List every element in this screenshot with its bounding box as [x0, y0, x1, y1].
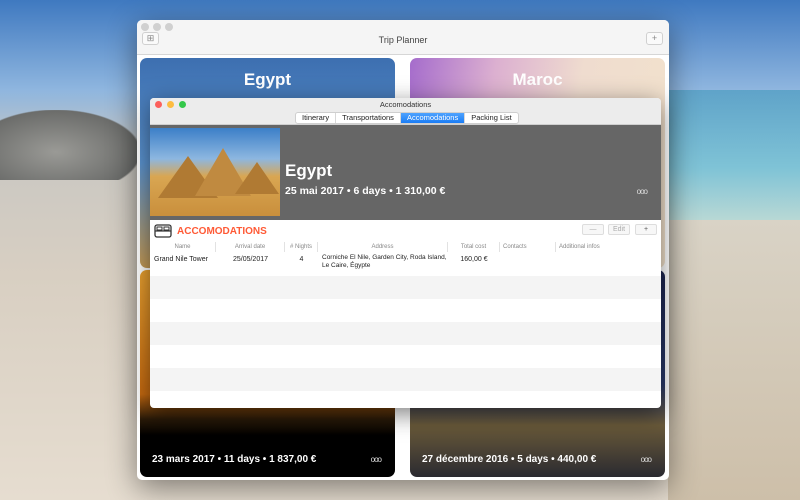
more-options-icon[interactable]: ooo: [641, 455, 652, 464]
window-title: Trip Planner: [378, 35, 428, 45]
section-title: ACCOMODATIONS: [177, 225, 267, 237]
column-header-name[interactable]: Name: [150, 242, 216, 252]
desktop-rocks: [0, 110, 140, 180]
column-header-infos[interactable]: Additional infos: [556, 242, 661, 252]
empty-row: [150, 368, 661, 391]
bed-icon: [154, 224, 172, 238]
card-info: 23 mars 2017 • 11 days • 1 837,00 €: [152, 454, 317, 465]
add-button[interactable]: +: [635, 224, 657, 235]
column-header-address[interactable]: Address: [318, 242, 448, 252]
desktop-sea: [668, 90, 800, 220]
tab-packing-list[interactable]: Packing List: [465, 113, 517, 123]
desktop-sand: [668, 220, 800, 500]
empty-row: [150, 345, 661, 368]
more-options-icon[interactable]: ooo: [371, 455, 382, 464]
cell-address: Corniche El Nile, Garden City, Roda Isla…: [322, 254, 447, 269]
column-header-cost[interactable]: Total cost: [448, 242, 500, 252]
edit-button[interactable]: Edit: [608, 224, 630, 235]
empty-row: [150, 391, 661, 408]
trip-info: 25 mai 2017 • 6 days • 1 310,00 €: [285, 185, 446, 197]
empty-row: [150, 322, 661, 345]
cell-cost: 160,00 €: [460, 256, 488, 263]
section-header: ACCOMODATIONS: [154, 224, 267, 238]
trip-photo: [150, 128, 280, 216]
detail-window-title: Accomodations: [379, 100, 432, 109]
tab-transportations[interactable]: Transportations: [336, 113, 401, 123]
cell-arrival: 25/05/2017: [232, 256, 269, 263]
tab-accomodations[interactable]: Accomodations: [400, 113, 466, 123]
tab-bar: Itinerary Transportations Accomodations …: [295, 112, 519, 124]
more-options-icon[interactable]: ooo: [637, 187, 648, 196]
add-trip-button[interactable]: +: [646, 32, 663, 45]
close-button[interactable]: [141, 23, 149, 31]
cell-nights: 4: [299, 256, 304, 263]
card-title: Maroc: [512, 70, 563, 89]
accomodations-window: Accomodations Itinerary Transportations …: [150, 98, 661, 408]
empty-row: [150, 276, 661, 299]
trip-header: Egypt 25 mai 2017 • 6 days • 1 310,00 € …: [150, 125, 661, 220]
empty-row: [150, 299, 661, 322]
column-header-contacts[interactable]: Contacts: [500, 242, 556, 252]
trip-name: Egypt: [285, 161, 333, 180]
minimize-button[interactable]: [153, 23, 161, 31]
title-bar: ⊞ Trip Planner +: [137, 20, 669, 55]
remove-button[interactable]: —: [582, 224, 604, 235]
cell-name: Grand Nile Tower: [154, 256, 208, 263]
pyramid-shape: [235, 162, 279, 194]
detail-title-bar: Accomodations Itinerary Transportations …: [150, 98, 661, 125]
tab-itinerary[interactable]: Itinerary: [296, 113, 337, 123]
card-title: Egypt: [243, 70, 292, 89]
card-info: 27 décembre 2016 • 5 days • 440,00 €: [422, 454, 597, 465]
zoom-button[interactable]: [165, 23, 173, 31]
column-header-arrival[interactable]: Arrival date: [216, 242, 285, 252]
table-header: Name Arrival date # Nights Address Total…: [150, 242, 661, 252]
column-header-nights[interactable]: # Nights: [285, 242, 318, 252]
